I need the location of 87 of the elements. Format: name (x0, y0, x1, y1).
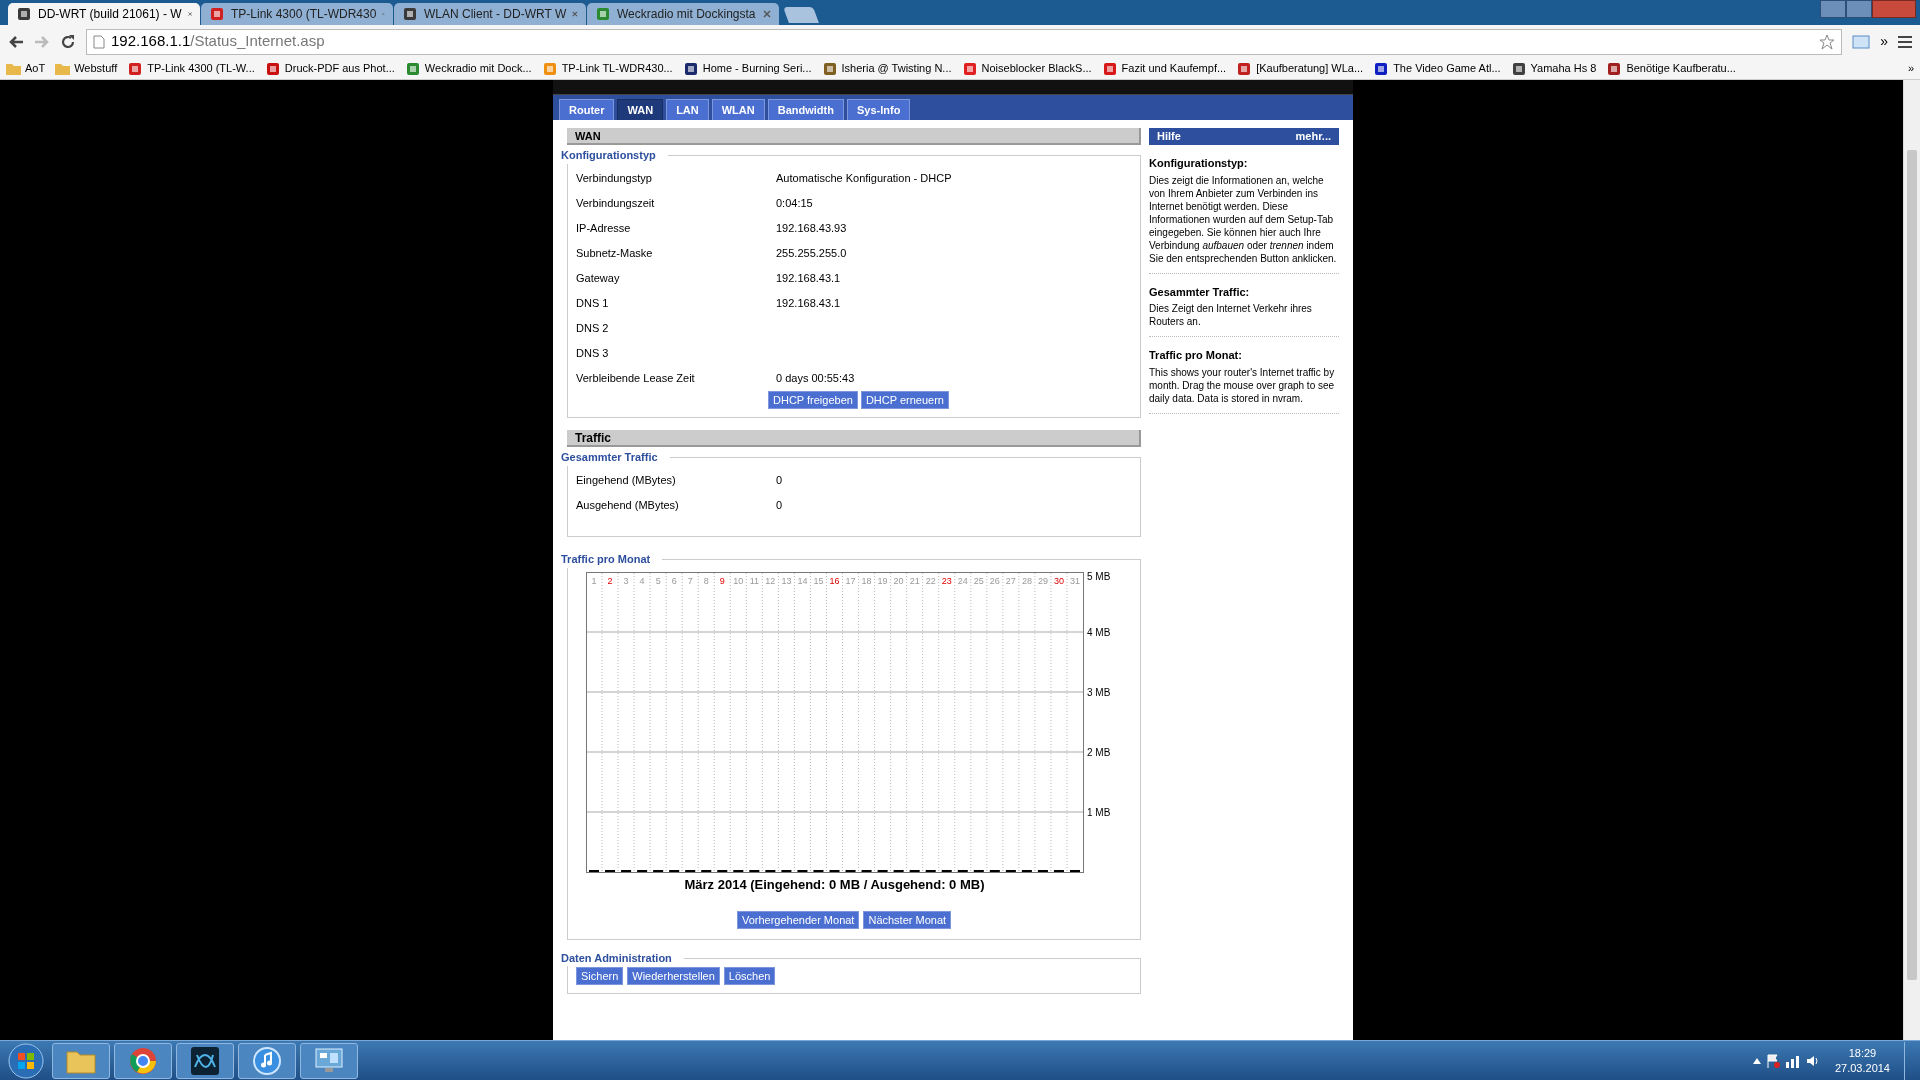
day-label: 3 (623, 576, 629, 586)
time: 18:29 (1848, 1045, 1877, 1061)
day-label: 19 (877, 576, 888, 586)
field-value: 255.255.255.0 (776, 246, 847, 262)
field-label: DNS 2 (576, 321, 610, 337)
day-label: 20 (893, 576, 904, 586)
day-label: 28 (1021, 576, 1032, 586)
day-label: 21 (909, 576, 920, 586)
day-label: 14 (797, 576, 808, 586)
field-value: Automatische Konfiguration - DHCP (776, 171, 952, 187)
field-value: 192.168.43.93 (776, 221, 847, 237)
field-label: DNS 1 (576, 296, 610, 312)
day-label: 22 (925, 576, 936, 586)
help-text: Dies zeigt die Informationen an, welche von Ihrem Anbieter zum Verbinden ins Internet benötigt werden. Diese Informationen wurden auf dem Setup-Tab eingegeben. Sie können hier auch Ihre Verbindung aufbauen oder trennen indem Sie den entsprechenden Button anklicken. (1149, 173, 1338, 265)
bookmark-label: Home - Burning Seri... (702, 61, 812, 77)
axis-label: 5 MB (1087, 572, 1111, 582)
field-value: 192.168.43.1 (776, 271, 841, 287)
field-label: Verbindungstyp (576, 171, 653, 187)
field-label: Ausgehend (MBytes) (576, 498, 680, 514)
day-label: 24 (957, 576, 968, 586)
axis-label: 3 MB (1087, 687, 1111, 698)
field-value: 0:04:15 (776, 196, 813, 212)
day-label: 31 (1070, 576, 1080, 586)
tab-title: WLAN Client - DD-WRT W (424, 6, 567, 23)
field-label: Gateway (576, 271, 621, 287)
bookmark-label: Weckradio mit Dock... (424, 61, 532, 77)
date: 27.03.2014 (1834, 1060, 1890, 1076)
help-text: Dies Zeigt den Internet Verkehr ihres Routers an. (1149, 302, 1313, 328)
field-value: 0 (776, 473, 783, 489)
field-label: Subnetz-Maske (576, 246, 654, 262)
field-label: DNS 3 (576, 346, 610, 362)
axis-label: 2 MB (1087, 747, 1111, 758)
day-label: 23 (941, 576, 952, 586)
bookmark-label: Webstuff (74, 61, 118, 77)
day-label: 17 (845, 576, 856, 586)
field-label: IP-Adresse (576, 221, 632, 237)
help-heading: Konfigurationstyp: (1149, 156, 1249, 171)
day-label: 9 (719, 576, 725, 586)
help-heading: Gesammter Traffic: (1149, 284, 1251, 300)
bookmark-label: Noiseblocker BlackS... (981, 61, 1092, 77)
tab-title: Weckradio mit Dockingsta (617, 6, 757, 23)
day-label: 4 (639, 576, 645, 586)
chart-title: März 2014 (Eingehend: 0 MB / Ausgehend: 0 MB) (683, 876, 986, 894)
help-title: Hilfe (1157, 129, 1181, 145)
axis-label: 4 MB (1087, 627, 1111, 638)
day-label: 10 (733, 576, 744, 586)
field-value: 0 days 00:55:43 (776, 371, 855, 387)
bookmark-label: Druck-PDF aus Phot... (284, 61, 395, 77)
day-label: 12 (765, 576, 776, 586)
day-label: 5 (655, 576, 661, 586)
day-label: 7 (687, 576, 693, 586)
bookmark-label: TP-Link TL-WDR430... (561, 61, 673, 77)
day-label: 29 (1037, 576, 1048, 586)
field-label: Verbindungszeit (576, 196, 656, 212)
tab-title: DD-WRT (build 21061) - W (38, 6, 182, 23)
bookmark-label: [Kaufberatung] WLa... (1256, 61, 1364, 77)
url-text: 192.168.1.1/Status_Internet.asp (111, 31, 325, 52)
bookmark-label: Isheria @ Twisting N... (841, 61, 952, 77)
tab-title: TP-Link 4300 (TL-WDR430 (231, 6, 377, 23)
section-header: Traffic (567, 430, 1141, 447)
day-label: 2 (607, 576, 613, 586)
day-label: 11 (749, 576, 759, 586)
day-label: 1 (591, 576, 597, 586)
field-label: Eingehend (MBytes) (576, 473, 677, 489)
day-label: 13 (781, 576, 792, 586)
day-label: 6 (671, 576, 677, 586)
day-label: 18 (861, 576, 872, 586)
help-heading: Traffic pro Monat: (1149, 348, 1243, 363)
help-text: This shows your router's Internet traffic by month. Drag the mouse over graph to see daily data. Data is stored in nvram. (1149, 365, 1336, 405)
day-label: 16 (829, 576, 840, 586)
day-label: 25 (973, 576, 984, 586)
bookmark-label: Benötige Kaufberatu... (1626, 61, 1736, 77)
bookmark-label: The Video Game Atl... (1393, 61, 1501, 77)
field-value: 192.168.43.1 (776, 296, 841, 312)
day-label: 30 (1053, 576, 1064, 586)
field-label: Verbleibende Lease Zeit (576, 371, 696, 387)
bookmark-label: Yamaha Hs 8 (1530, 61, 1597, 77)
bookmark-label: AoT (25, 61, 46, 77)
section-header: WAN (567, 128, 1141, 145)
field-value: 0 (776, 498, 783, 514)
day-label: 26 (989, 576, 1000, 586)
bookmark-label: Fazit und Kaufempf... (1121, 61, 1227, 77)
day-label: 27 (1005, 576, 1016, 586)
bookmark-label: TP-Link 4300 (TL-W... (147, 61, 255, 77)
day-label: 8 (703, 576, 709, 586)
day-label: 15 (813, 576, 824, 586)
axis-label: 1 MB (1087, 807, 1111, 818)
